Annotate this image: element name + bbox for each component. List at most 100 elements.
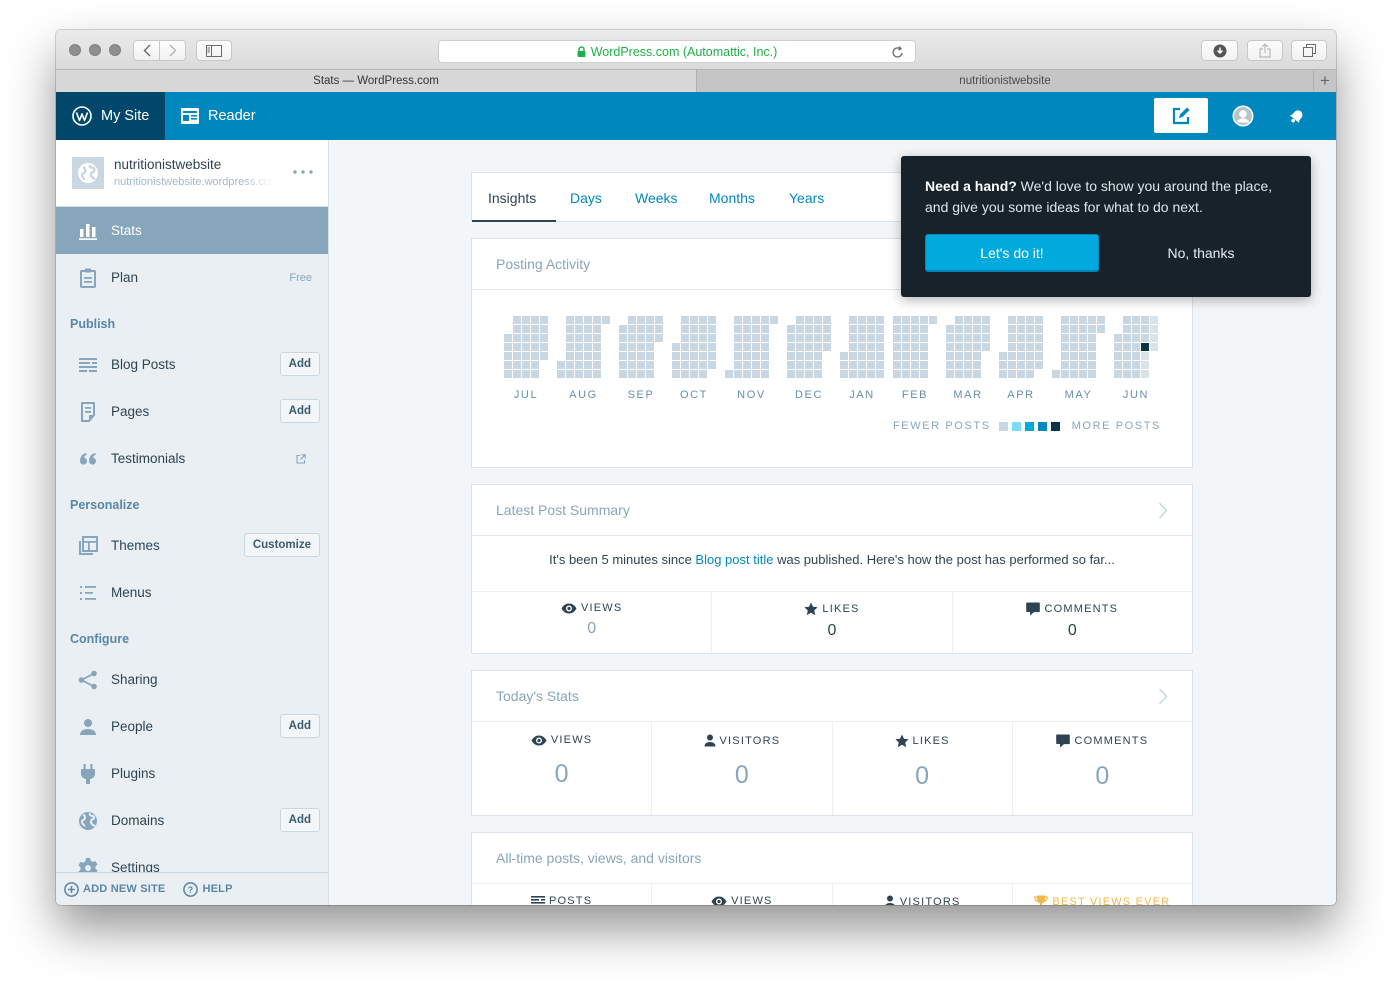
heatmap-cell[interactable] bbox=[637, 343, 645, 351]
heatmap-cell[interactable] bbox=[893, 361, 901, 369]
heatmap-cell[interactable] bbox=[849, 352, 857, 360]
heatmap-cell[interactable] bbox=[876, 334, 884, 342]
heatmap-cell[interactable] bbox=[1088, 343, 1096, 351]
heatmap-cell[interactable] bbox=[805, 361, 813, 369]
heatmap-cell[interactable] bbox=[867, 316, 875, 324]
heatmap-cell[interactable] bbox=[1061, 343, 1069, 351]
heatmap-cell[interactable] bbox=[920, 361, 928, 369]
heatmap-cell[interactable] bbox=[796, 370, 804, 378]
external-link-icon[interactable] bbox=[296, 452, 306, 467]
sidebar-item-plugins[interactable]: Plugins bbox=[56, 750, 328, 797]
close-window-button[interactable] bbox=[69, 44, 81, 56]
my-site-button[interactable]: My Site bbox=[56, 92, 165, 140]
heatmap-cell[interactable] bbox=[805, 334, 813, 342]
heatmap-cell[interactable] bbox=[823, 325, 831, 333]
heatmap-cell[interactable] bbox=[876, 343, 884, 351]
heatmap-cell[interactable] bbox=[1061, 316, 1069, 324]
heatmap-cell[interactable] bbox=[920, 325, 928, 333]
heatmap-cell[interactable] bbox=[1079, 316, 1087, 324]
heatmap-cell[interactable] bbox=[1008, 352, 1016, 360]
heatmap-cell[interactable] bbox=[566, 370, 574, 378]
heatmap-cell[interactable] bbox=[787, 361, 795, 369]
heatmap-cell[interactable] bbox=[699, 334, 707, 342]
heatmap-cell[interactable] bbox=[637, 316, 645, 324]
heatmap-cell[interactable] bbox=[796, 334, 804, 342]
heatmap-cell[interactable] bbox=[955, 343, 963, 351]
heatmap-cell[interactable] bbox=[1035, 316, 1043, 324]
add-people-button[interactable]: Add bbox=[279, 714, 320, 738]
zoom-window-button[interactable] bbox=[109, 44, 121, 56]
heatmap-cell[interactable] bbox=[1088, 352, 1096, 360]
heatmap-cell[interactable] bbox=[796, 316, 804, 324]
heatmap-cell[interactable] bbox=[964, 334, 972, 342]
heatmap-cell[interactable] bbox=[858, 352, 866, 360]
back-button[interactable] bbox=[133, 40, 160, 61]
heatmap-cell[interactable] bbox=[708, 334, 716, 342]
sidebar-item-testimonials[interactable]: Testimonials bbox=[56, 435, 328, 482]
heatmap-cell[interactable] bbox=[893, 325, 901, 333]
sidebar-item-themes[interactable]: Themes Customize bbox=[56, 522, 328, 569]
heatmap-cell[interactable] bbox=[787, 370, 795, 378]
heatmap-cell[interactable] bbox=[584, 352, 592, 360]
heatmap-cell[interactable] bbox=[946, 352, 954, 360]
heatmap-cell[interactable] bbox=[1123, 361, 1131, 369]
heatmap-cell[interactable] bbox=[734, 361, 742, 369]
heatmap-cell[interactable] bbox=[708, 343, 716, 351]
heatmap-cell[interactable] bbox=[1017, 325, 1025, 333]
heatmap-cell[interactable] bbox=[1114, 352, 1122, 360]
heatmap-cell[interactable] bbox=[1141, 343, 1149, 351]
heatmap-cell[interactable] bbox=[840, 370, 848, 378]
heatmap-cell[interactable] bbox=[902, 343, 910, 351]
heatmap-cell[interactable] bbox=[1088, 334, 1096, 342]
heatmap-cell[interactable] bbox=[1017, 343, 1025, 351]
heatmap-cell[interactable] bbox=[522, 343, 530, 351]
heatmap-cell[interactable] bbox=[920, 316, 928, 324]
heatmap-cell[interactable] bbox=[584, 361, 592, 369]
tab-days[interactable]: Days bbox=[570, 173, 602, 222]
heatmap-cell[interactable] bbox=[867, 361, 875, 369]
heatmap-cell[interactable] bbox=[973, 370, 981, 378]
heatmap-cell[interactable] bbox=[752, 325, 760, 333]
heatmap-cell[interactable] bbox=[708, 361, 716, 369]
minimize-window-button[interactable] bbox=[89, 44, 101, 56]
heatmap-cell[interactable] bbox=[1079, 343, 1087, 351]
heatmap-cell[interactable] bbox=[531, 370, 539, 378]
heatmap-cell[interactable] bbox=[805, 370, 813, 378]
heatmap-cell[interactable] bbox=[920, 370, 928, 378]
heatmap-cell[interactable] bbox=[1035, 361, 1043, 369]
heatmap-cell[interactable] bbox=[814, 361, 822, 369]
heatmap-cell[interactable] bbox=[593, 325, 601, 333]
heatmap-cell[interactable] bbox=[1008, 334, 1016, 342]
heatmap-cell[interactable] bbox=[964, 352, 972, 360]
heatmap-cell[interactable] bbox=[752, 370, 760, 378]
notifications-button[interactable] bbox=[1286, 105, 1308, 127]
heatmap-cell[interactable] bbox=[973, 361, 981, 369]
heatmap-cell[interactable] bbox=[955, 334, 963, 342]
stat-likes[interactable]: LIKES 0 bbox=[833, 722, 1013, 815]
dismiss-tour-button[interactable]: No, thanks bbox=[1131, 234, 1271, 272]
heatmap-cell[interactable] bbox=[619, 361, 627, 369]
heatmap-cell[interactable] bbox=[504, 361, 512, 369]
heatmap-cell[interactable] bbox=[814, 325, 822, 333]
heatmap-cell[interactable] bbox=[1132, 352, 1140, 360]
heatmap-cell[interactable] bbox=[964, 316, 972, 324]
site-options-button[interactable] bbox=[292, 165, 314, 179]
heatmap-cell[interactable] bbox=[911, 361, 919, 369]
heatmap-cell[interactable] bbox=[999, 361, 1007, 369]
start-tour-button[interactable]: Let's do it! bbox=[925, 234, 1099, 272]
heatmap-cell[interactable] bbox=[796, 343, 804, 351]
heatmap-cell[interactable] bbox=[646, 370, 654, 378]
heatmap-cell[interactable] bbox=[513, 316, 521, 324]
chevron-right-icon[interactable] bbox=[1158, 688, 1168, 705]
write-post-button[interactable] bbox=[1154, 98, 1208, 133]
heatmap-cell[interactable] bbox=[823, 343, 831, 351]
sidebar-item-plan[interactable]: Plan Free bbox=[56, 254, 328, 301]
heatmap-cell[interactable] bbox=[1141, 361, 1149, 369]
heatmap-cell[interactable] bbox=[708, 352, 716, 360]
heatmap-cell[interactable] bbox=[1141, 316, 1149, 324]
heatmap-cell[interactable] bbox=[1026, 370, 1034, 378]
heatmap-cell[interactable] bbox=[584, 316, 592, 324]
heatmap-cell[interactable] bbox=[823, 316, 831, 324]
heatmap-cell[interactable] bbox=[858, 334, 866, 342]
heatmap-cell[interactable] bbox=[743, 370, 751, 378]
